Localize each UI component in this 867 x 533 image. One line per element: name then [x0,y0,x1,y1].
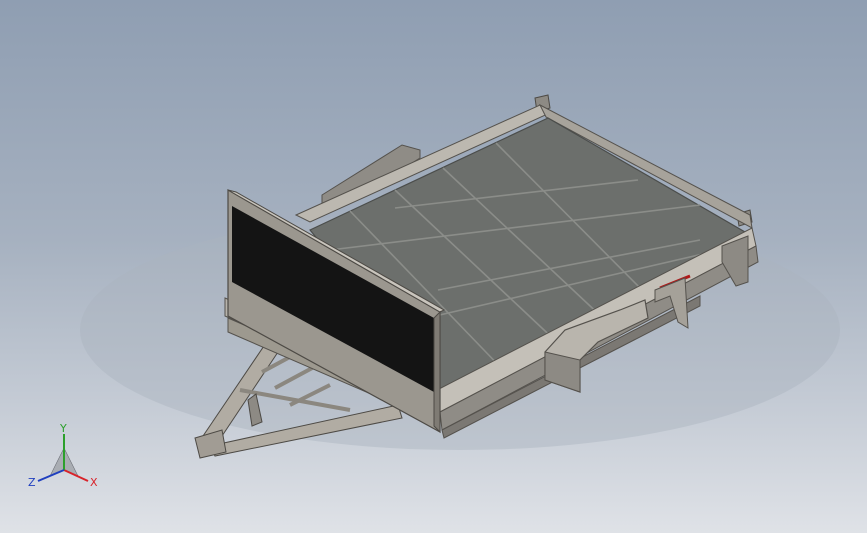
trailer-3d-model[interactable] [0,0,867,533]
view-orientation-triad[interactable]: X Y Z [24,418,104,498]
graphics-viewport[interactable]: X Y Z [0,0,867,533]
headboard-side-flap [433,310,441,434]
z-axis-line [37,469,65,482]
y-axis-label: Y [59,422,67,435]
x-axis-label: X [90,476,98,489]
z-axis-label: Z [28,476,36,489]
